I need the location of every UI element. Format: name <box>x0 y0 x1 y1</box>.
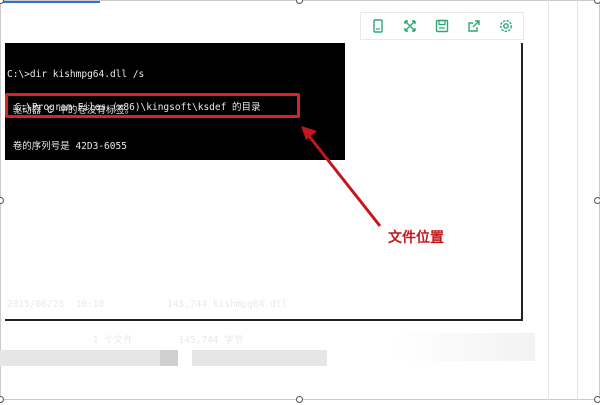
divider <box>548 0 549 400</box>
blurred-text <box>192 350 327 366</box>
image-toolbar <box>360 12 524 40</box>
share-button[interactable] <box>463 15 485 37</box>
blurred-text <box>0 350 175 366</box>
settings-icon <box>499 19 513 33</box>
annotation-arrow <box>301 126 382 227</box>
fullscreen-icon <box>404 20 416 32</box>
settings-button[interactable] <box>495 15 517 37</box>
resize-handle-right[interactable] <box>594 197 600 204</box>
save-icon <box>435 19 449 33</box>
resize-handle-bottom[interactable] <box>296 396 303 403</box>
terminal-line: 1 个文件 145,744 字节 <box>7 335 244 346</box>
save-button[interactable] <box>431 15 453 37</box>
resize-handle-bottom-left[interactable] <box>0 396 4 403</box>
resize-handle-top-right[interactable] <box>594 0 600 4</box>
share-icon <box>468 20 480 32</box>
resize-handle-bottom-right[interactable] <box>594 396 600 403</box>
image-fade <box>395 333 535 361</box>
blurred-text <box>160 350 178 366</box>
fullscreen-button[interactable] <box>399 15 421 37</box>
annotation-label: 文件位置 <box>388 230 444 246</box>
copy-icon <box>373 19 383 33</box>
copy-button[interactable] <box>367 15 389 37</box>
divider <box>577 0 578 400</box>
screenshot-image: C:\>dir kishmpg64.dll /s 驱动器 C 中的卷没有标签。 … <box>5 43 535 361</box>
